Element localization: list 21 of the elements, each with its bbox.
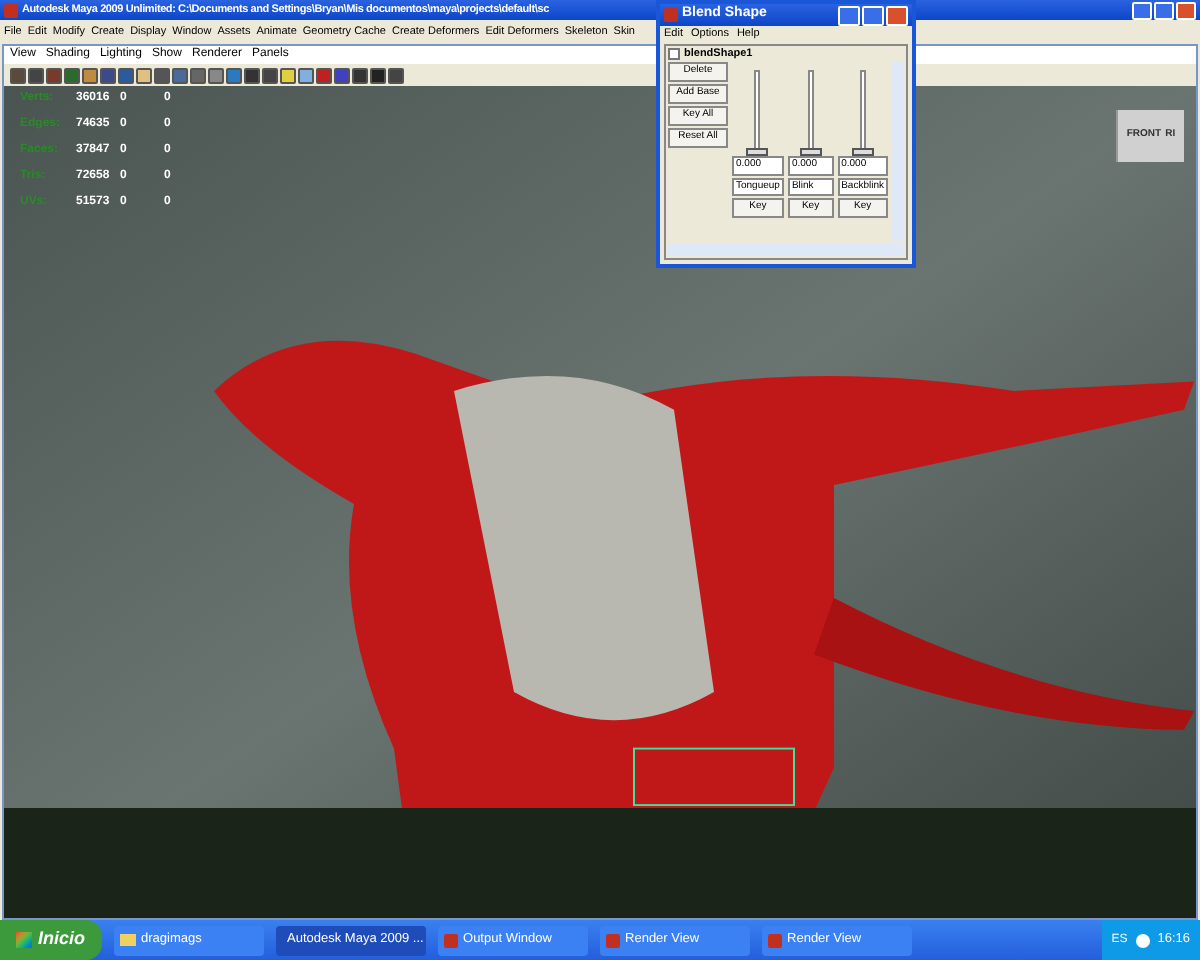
slider-thumb[interactable] bbox=[799, 148, 822, 156]
tray-icon[interactable] bbox=[1135, 933, 1150, 947]
app-icon bbox=[664, 8, 678, 22]
collapse-icon[interactable] bbox=[668, 48, 680, 60]
folder-icon bbox=[119, 934, 136, 946]
maximize-button[interactable] bbox=[862, 5, 884, 25]
app-icon bbox=[767, 933, 782, 947]
vertical-scrollbar[interactable] bbox=[892, 62, 904, 242]
minimize-button[interactable] bbox=[1132, 1, 1152, 19]
minimize-button[interactable] bbox=[838, 5, 860, 25]
slider-thumb[interactable] bbox=[851, 148, 874, 156]
app-icon bbox=[443, 933, 458, 947]
app-icon bbox=[4, 3, 18, 17]
windows-logo-icon bbox=[16, 932, 32, 948]
close-button[interactable] bbox=[1176, 1, 1196, 19]
close-button[interactable] bbox=[886, 5, 908, 25]
app-icon bbox=[605, 933, 620, 947]
slider-thumb[interactable] bbox=[746, 148, 769, 156]
maximize-button[interactable] bbox=[1154, 1, 1174, 19]
horizontal-scrollbar[interactable] bbox=[668, 244, 904, 256]
start-button[interactable]: Inicio bbox=[0, 920, 102, 960]
